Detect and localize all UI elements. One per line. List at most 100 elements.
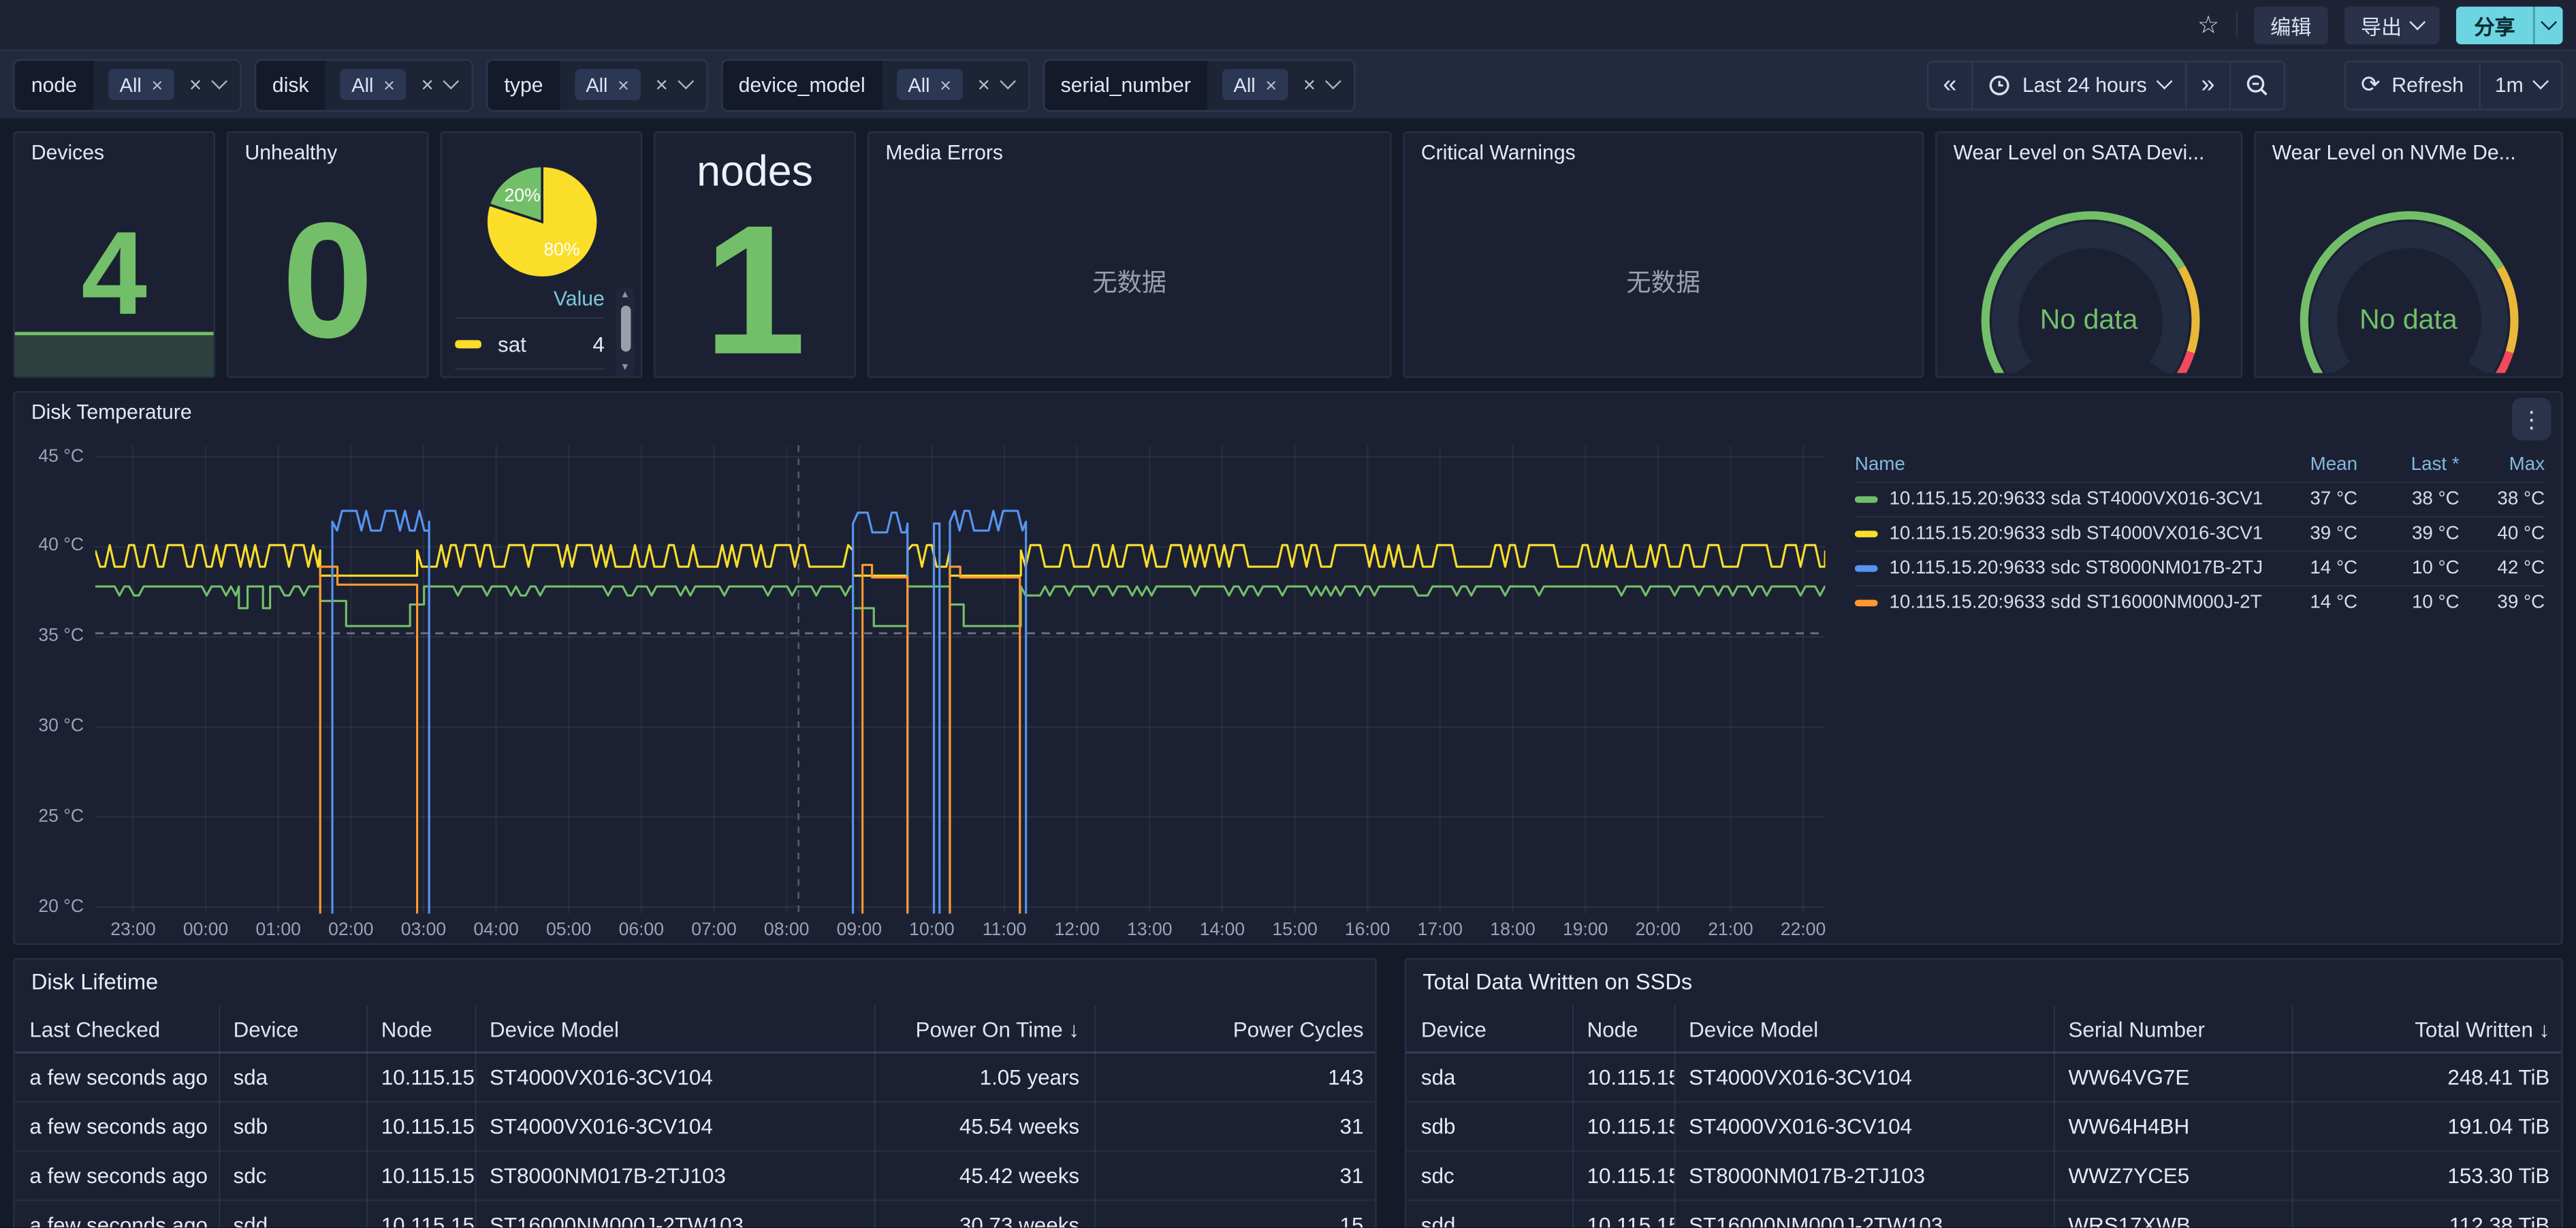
panel-nodes: nodes 1 — [654, 131, 856, 378]
share-button-label[interactable]: 分享 — [2456, 5, 2533, 43]
legend-header-name[interactable]: Name — [1855, 455, 2262, 475]
column-separator — [219, 1006, 220, 1228]
column-header-6[interactable]: Power Cycles — [1094, 1016, 1377, 1041]
table-cell: ST4000VX016-3CV104 — [475, 1064, 874, 1088]
zoom-out-button[interactable] — [2229, 61, 2284, 108]
column-separator — [1674, 1006, 1675, 1228]
filter-value-chip[interactable]: All × — [340, 69, 406, 100]
refresh-interval-picker[interactable]: 1m — [2479, 61, 2562, 108]
legend-header-col[interactable]: Mean — [2262, 455, 2357, 475]
share-menu-button[interactable] — [2533, 5, 2562, 43]
column-header-1[interactable]: Last Checked — [15, 1016, 219, 1041]
series-line — [95, 565, 1825, 913]
chevron-down-icon[interactable] — [1324, 73, 1341, 89]
close-icon[interactable]: × — [151, 75, 163, 95]
table-cell: 10.115.15.20:9633 — [366, 1163, 475, 1187]
gauge — [2269, 172, 2550, 373]
filter-value-chip[interactable]: All× — [1222, 69, 1288, 100]
column-header-4[interactable]: Device Model — [475, 1016, 874, 1041]
chevron-down-icon[interactable] — [443, 73, 459, 89]
legend-series-name[interactable]: 10.115.15.20:9633 sdc ST8000NM017B-2TJ10… — [1855, 558, 2262, 578]
legend-series-name[interactable]: 10.115.15.20:9633 sda ST4000VX016-3CV104 — [1855, 490, 2262, 509]
star-icon[interactable]: ☆ — [2197, 10, 2219, 39]
scroll-down-icon[interactable]: ▼ — [616, 363, 635, 373]
refresh-button[interactable]: ⟳ Refresh — [2346, 61, 2478, 108]
legend-series-name[interactable]: sat — [498, 331, 592, 356]
kebab-menu-icon[interactable]: ⋮ — [2512, 398, 2551, 441]
pie-legend-row[interactable]: scsi1 — [455, 368, 605, 377]
table-cell: 191.04 TiB — [2292, 1114, 2563, 1138]
y-axis-label: 20 °C — [15, 896, 84, 916]
column-separator — [874, 1006, 876, 1228]
filter-value-chip[interactable]: All× — [897, 69, 963, 100]
filter-serial_number[interactable]: serial_numberAll×× — [1043, 59, 1355, 111]
filter-value: All — [351, 73, 373, 96]
export-button[interactable]: 导出 — [2344, 5, 2440, 43]
table-cell: sdb — [219, 1114, 366, 1138]
close-icon[interactable]: × — [1265, 75, 1277, 95]
time-range-picker[interactable]: Last 24 hours — [1971, 61, 2184, 108]
chevron-down-icon — [2156, 73, 2172, 89]
clear-filter-icon[interactable]: × — [421, 74, 433, 95]
clear-filter-icon[interactable]: × — [1303, 74, 1316, 95]
chevron-down-icon[interactable] — [211, 73, 227, 89]
filter-type[interactable]: typeAll×× — [486, 59, 707, 111]
column-header-5[interactable]: Power On Time ↓ — [874, 1016, 1094, 1041]
temperature-chart[interactable] — [95, 445, 1825, 914]
legend-header-col[interactable]: Last * — [2357, 455, 2460, 475]
table-cell: WW64VG7E — [2054, 1064, 2292, 1088]
legend-header-col[interactable]: Max — [2460, 455, 2545, 475]
legend-series-label[interactable]: 10.115.15.20:9633 sdd ST16000NM000J-2TW1… — [1889, 593, 2262, 613]
x-axis-label: 16:00 — [1331, 920, 1403, 940]
time-shift-back-button[interactable]: « — [1928, 61, 1972, 108]
legend-max: 42 °C — [2460, 558, 2545, 578]
table-cell: 31 — [1094, 1114, 1377, 1138]
legend-series-label[interactable]: 10.115.15.20:9633 sda ST4000VX016-3CV104 — [1889, 490, 2262, 509]
column-header-2[interactable]: Device — [219, 1016, 366, 1041]
edit-button[interactable]: 编辑 — [2254, 5, 2328, 43]
clear-filter-icon[interactable]: × — [656, 74, 668, 95]
close-icon[interactable]: × — [383, 75, 395, 95]
column-header-1[interactable]: Device — [1406, 1016, 1572, 1041]
x-axis-label: 01:00 — [242, 920, 315, 940]
filter-device_model[interactable]: device_modelAll×× — [720, 59, 1030, 111]
y-axis-label: 35 °C — [15, 626, 84, 646]
legend-series-label[interactable]: 10.115.15.20:9633 sdb ST4000VX016-3CV104 — [1889, 524, 2262, 544]
table-cell: 10.115.15.20:9633 — [366, 1114, 475, 1138]
column-header-3[interactable]: Device Model — [1674, 1016, 2053, 1041]
column-separator — [1094, 1006, 1096, 1228]
legend-series-name[interactable]: 10.115.15.20:9633 sdb ST4000VX016-3CV104 — [1855, 524, 2262, 544]
scrollbar-thumb[interactable] — [620, 306, 630, 352]
column-header-5[interactable]: Total Written ↓ — [2292, 1016, 2563, 1041]
panel-title: Media Errors — [885, 141, 1003, 164]
pie-legend-row[interactable]: sat4 — [455, 317, 605, 368]
clear-filter-icon[interactable]: × — [978, 74, 990, 95]
chevron-down-icon[interactable] — [999, 73, 1015, 89]
filter-value-chip[interactable]: All× — [574, 69, 640, 100]
close-icon[interactable]: × — [940, 75, 951, 95]
chevron-down-icon[interactable] — [677, 73, 693, 89]
clear-filter-icon[interactable]: × — [189, 74, 202, 95]
share-button[interactable]: 分享 — [2456, 5, 2563, 43]
table-cell: WWZ7YCE5 — [2054, 1163, 2292, 1187]
column-header-2[interactable]: Node — [1572, 1016, 1674, 1041]
filter-disk[interactable]: diskAll×× — [254, 59, 473, 111]
filter-node[interactable]: nodeAll×× — [13, 59, 241, 111]
column-header-3[interactable]: Node — [366, 1016, 475, 1041]
table-cell: ST4000VX016-3CV104 — [1674, 1064, 2053, 1088]
gauge — [1950, 172, 2231, 373]
x-axis-label: 18:00 — [1476, 920, 1548, 940]
legend-series-name[interactable]: 10.115.15.20:9633 sdd ST16000NM000J-2TW1… — [1855, 593, 2262, 613]
legend-series-label[interactable]: 10.115.15.20:9633 sdc ST8000NM017B-2TJ10… — [1889, 558, 2262, 578]
time-shift-forward-button[interactable]: » — [2184, 61, 2229, 108]
column-header-4[interactable]: Serial Number — [2054, 1016, 2292, 1041]
close-icon[interactable]: × — [618, 75, 629, 95]
scroll-up-icon[interactable]: ▲ — [616, 291, 635, 300]
x-axis-label: 03:00 — [387, 920, 460, 940]
panel-wear-level-nvme: Wear Level on NVMe De... No data — [2254, 131, 2563, 378]
filter-value-chip[interactable]: All× — [108, 69, 174, 100]
pie-legend-scrollbar[interactable]: ▲ ▼ — [616, 287, 635, 376]
table-cell: 45.42 weeks — [874, 1163, 1094, 1187]
clock-icon — [1988, 73, 2011, 96]
panel-title: Critical Warnings — [1421, 141, 1576, 164]
